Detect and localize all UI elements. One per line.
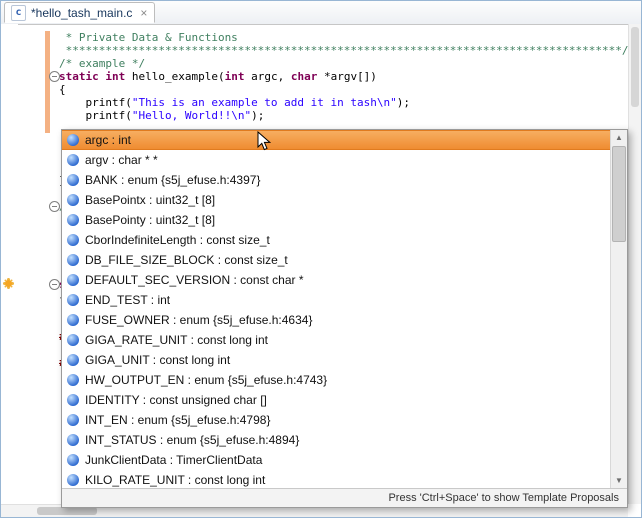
completion-item-label: JunkClientData : TimerClientData [85, 453, 262, 467]
completion-item-label: INT_EN : enum {s5j_efuse.h:4798} [85, 413, 270, 427]
completion-item-label: HW_OUTPUT_EN : enum {s5j_efuse.h:4743} [85, 373, 327, 387]
variable-icon [67, 334, 79, 346]
variable-icon [67, 174, 79, 186]
vertical-scrollbar-thumb[interactable] [631, 27, 639, 107]
variable-icon [67, 274, 79, 286]
variable-icon [67, 254, 79, 266]
completion-item[interactable]: argc : int [62, 130, 610, 150]
completion-item-label: BasePointy : uint32_t [8] [85, 213, 215, 227]
variable-icon [67, 194, 79, 206]
completion-item[interactable]: DEFAULT_SEC_VERSION : const char * [62, 270, 610, 290]
completion-item[interactable]: BasePointx : uint32_t [8] [62, 190, 610, 210]
editor-tab-bar: c *hello_tash_main.c × [1, 1, 641, 25]
scroll-up-icon[interactable]: ▲ [611, 130, 627, 145]
c-file-icon: c [11, 5, 26, 21]
code-line: /* example */ [59, 57, 627, 70]
completion-item-label: FUSE_OWNER : enum {s5j_efuse.h:4634} [85, 313, 312, 327]
variable-icon [67, 314, 79, 326]
completion-item-label: argc : int [85, 133, 131, 147]
completion-scrollbar-thumb[interactable] [612, 146, 626, 242]
code-line: ****************************************… [59, 44, 627, 57]
completion-item[interactable]: INT_EN : enum {s5j_efuse.h:4798} [62, 410, 610, 430]
variable-icon [67, 434, 79, 446]
changed-lines-indicator [45, 31, 50, 133]
variable-icon [67, 454, 79, 466]
completion-item[interactable]: HW_OUTPUT_EN : enum {s5j_efuse.h:4743} [62, 370, 610, 390]
mouse-cursor [257, 131, 271, 152]
fold-collapse-icon[interactable] [49, 279, 60, 290]
completion-item-label: GIGA_UNIT : const long int [85, 353, 230, 367]
code-line: * Private Data & Functions [59, 31, 627, 44]
completion-item-label: argv : char * * [85, 153, 158, 167]
fold-collapse-icon[interactable] [49, 201, 60, 212]
completion-scrollbar[interactable]: ▲ ▼ [610, 130, 627, 488]
code-line: printf("This is an example to add it in … [59, 96, 627, 109]
completion-item-label: DB_FILE_SIZE_BLOCK : const size_t [85, 253, 288, 267]
completion-item[interactable]: BasePointy : uint32_t [8] [62, 210, 610, 230]
completion-item[interactable]: BANK : enum {s5j_efuse.h:4397} [62, 170, 610, 190]
completion-item[interactable]: GIGA_RATE_UNIT : const long int [62, 330, 610, 350]
completion-item-label: CborIndefiniteLength : const size_t [85, 233, 270, 247]
completion-item[interactable]: FUSE_OWNER : enum {s5j_efuse.h:4634} [62, 310, 610, 330]
variable-icon [67, 134, 79, 146]
completion-item[interactable]: KILO_RATE_UNIT : const long int [62, 470, 610, 488]
tab-close-icon[interactable]: × [140, 7, 147, 19]
completion-list: argc : int argv : char * * BANK : enum {s5… [62, 130, 610, 488]
completion-item-label: BasePointx : uint32_t [8] [85, 193, 215, 207]
completion-item-label: GIGA_RATE_UNIT : const long int [85, 333, 268, 347]
completion-item-label: IDENTITY : const unsigned char [] [85, 393, 267, 407]
variable-icon [67, 394, 79, 406]
code-line: static int hello_example(int argc, char … [59, 70, 627, 83]
variable-icon [67, 154, 79, 166]
completion-item[interactable]: CborIndefiniteLength : const size_t [62, 230, 610, 250]
completion-item[interactable]: argv : char * * [62, 150, 610, 170]
scroll-down-icon[interactable]: ▼ [611, 473, 627, 488]
editor-tab-hello-tash-main[interactable]: c *hello_tash_main.c × [4, 2, 155, 23]
completion-item[interactable]: INT_STATUS : enum {s5j_efuse.h:4894} [62, 430, 610, 450]
task-marker-icon [5, 280, 12, 287]
editor-vertical-scrollbar[interactable] [628, 24, 641, 504]
completion-popup: argc : int argv : char * * BANK : enum {s5… [61, 129, 628, 508]
completion-item-label: BANK : enum {s5j_efuse.h:4397} [85, 173, 260, 187]
variable-icon [67, 214, 79, 226]
code-line: { [59, 83, 627, 96]
variable-icon [67, 354, 79, 366]
variable-icon [67, 414, 79, 426]
completion-item-label: INT_STATUS : enum {s5j_efuse.h:4894} [85, 433, 299, 447]
completion-item[interactable]: GIGA_UNIT : const long int [62, 350, 610, 370]
code-line: printf("Hello, World!!\n"); [59, 109, 627, 122]
horizontal-scrollbar-thumb[interactable] [37, 507, 97, 515]
completion-item-label: KILO_RATE_UNIT : const long int [85, 473, 265, 487]
completion-item-label: DEFAULT_SEC_VERSION : const char * [85, 273, 304, 287]
variable-icon [67, 374, 79, 386]
completion-item[interactable]: DB_FILE_SIZE_BLOCK : const size_t [62, 250, 610, 270]
variable-icon [67, 474, 79, 486]
completion-item[interactable]: JunkClientData : TimerClientData [62, 450, 610, 470]
fold-collapse-icon[interactable] [49, 71, 60, 82]
variable-icon [67, 234, 79, 246]
completion-status-bar: Press 'Ctrl+Space' to show Template Prop… [62, 488, 627, 507]
annotation-ruler [1, 24, 18, 504]
variable-icon [67, 294, 79, 306]
completion-item[interactable]: IDENTITY : const unsigned char [] [62, 390, 610, 410]
editor-window: c *hello_tash_main.c × * Private Data & … [0, 0, 642, 518]
completion-item[interactable]: END_TEST : int [62, 290, 610, 310]
tab-title: *hello_tash_main.c [31, 6, 132, 20]
completion-status-text: Press 'Ctrl+Space' to show Template Prop… [388, 492, 619, 504]
completion-item-label: END_TEST : int [85, 293, 170, 307]
